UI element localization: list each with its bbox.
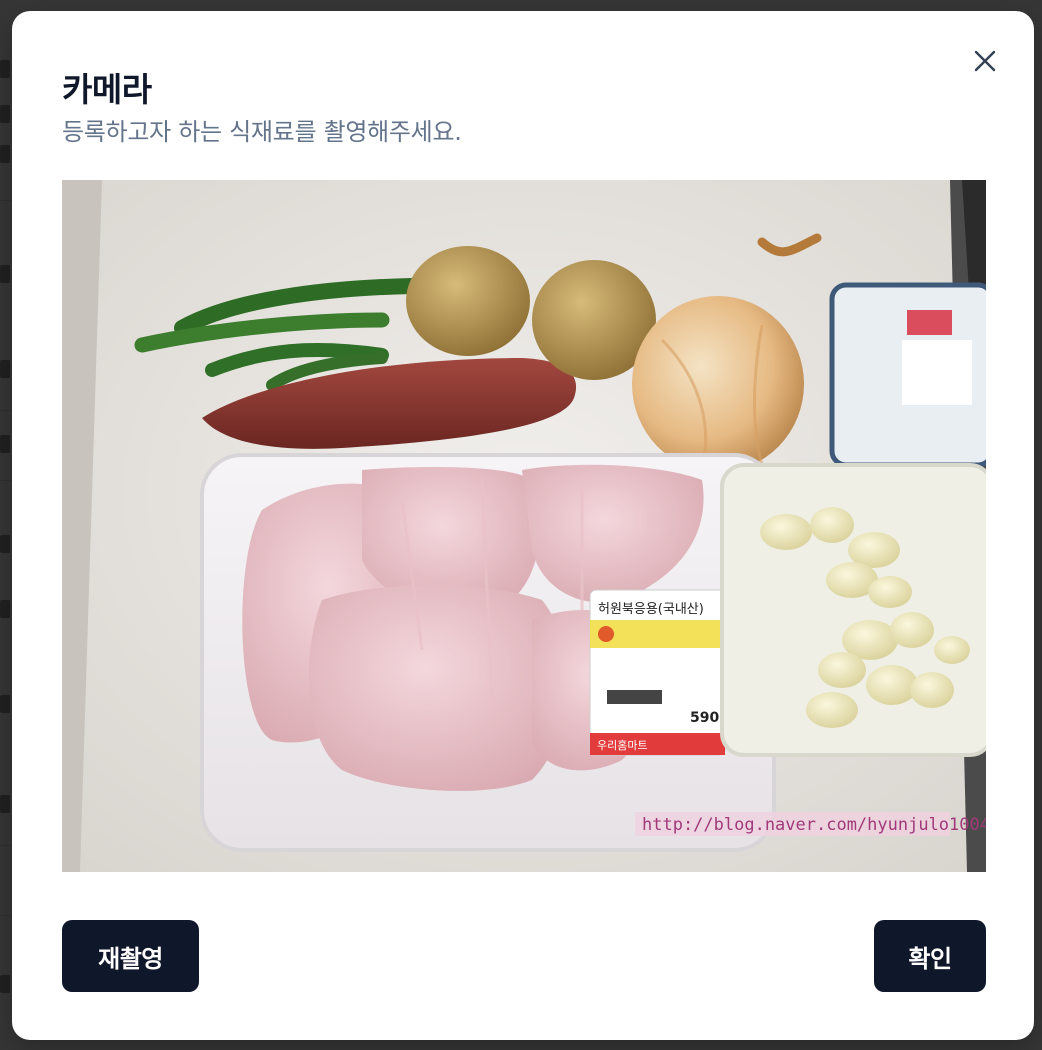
photo-watermark: http://blog.naver.com/hyunjulo1004	[642, 815, 986, 835]
price-label: 허원북응용(국내산) 우리홈마트 5900	[589, 589, 729, 756]
close-button[interactable]	[970, 46, 1000, 76]
price-label-product: 허원북응용(국내산)	[598, 602, 704, 617]
garlic-container	[720, 463, 986, 757]
ingredients-photo-illustration: 허원북응용(국내산) 우리홈마트 5900 http://blog.naver.…	[62, 180, 986, 872]
potato	[406, 246, 530, 356]
dialog-subtitle: 등록하고자 하는 식재료를 촬영해주세요.	[62, 118, 462, 146]
captured-photo: 허원북응용(국내산) 우리홈마트 5900 http://blog.naver.…	[62, 180, 986, 872]
camera-dialog: 카메라 등록하고자 하는 식재료를 촬영해주세요. 허원북응용(국내산) 우리홈…	[12, 11, 1034, 1040]
price-label-store: 우리홈마트	[597, 738, 648, 752]
confirm-button[interactable]: 확인	[874, 920, 986, 992]
small-container	[829, 282, 986, 468]
close-icon	[974, 50, 996, 72]
dialog-title: 카메라	[62, 70, 152, 109]
retake-button[interactable]: 재촬영	[62, 920, 199, 992]
